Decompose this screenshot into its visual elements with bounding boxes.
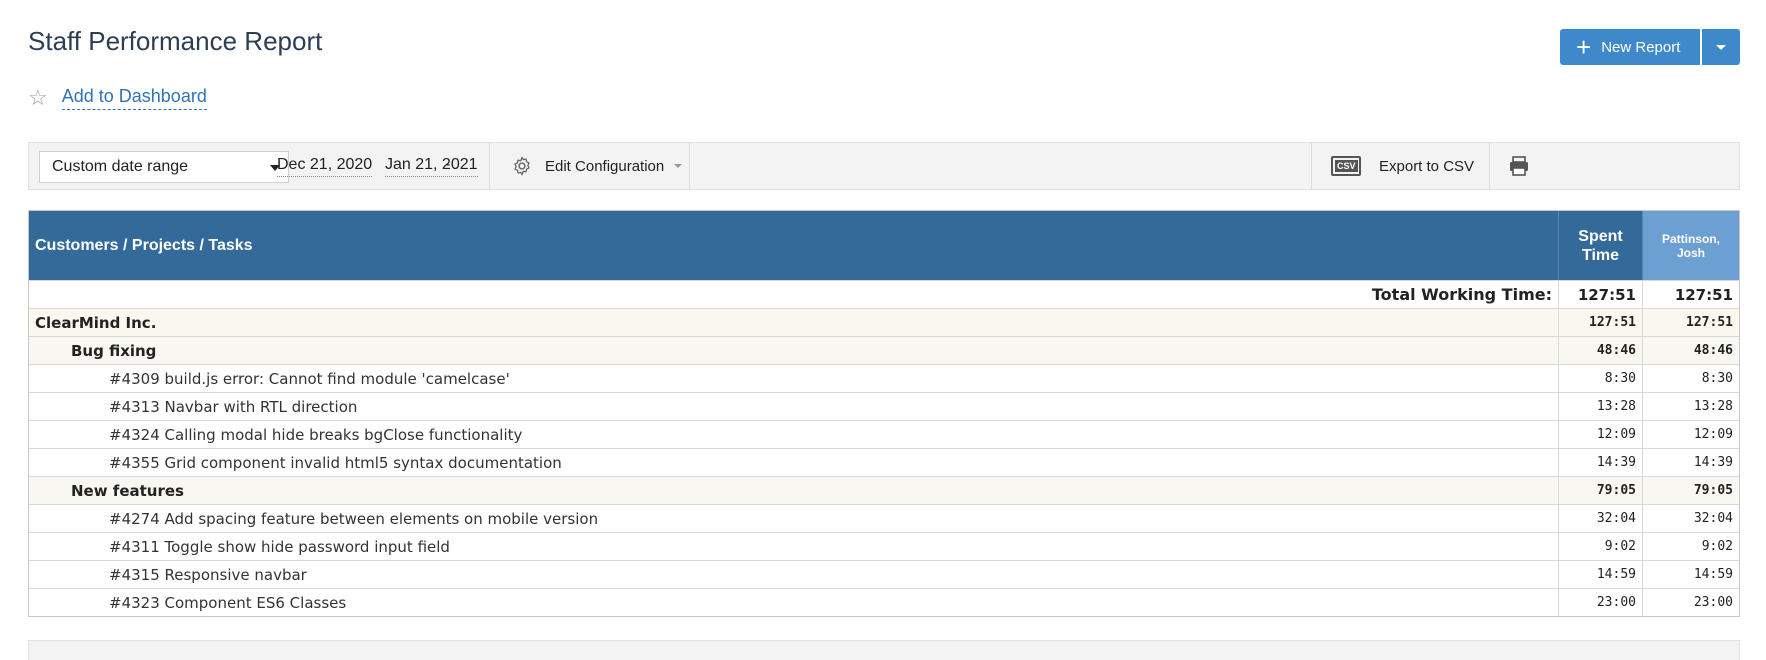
task-spent: 9:02 xyxy=(1559,533,1643,560)
total-label: Total Working Time: xyxy=(29,281,1559,308)
bottom-toolbar xyxy=(28,640,1740,660)
gear-icon xyxy=(514,156,530,176)
task-spent: 12:09 xyxy=(1559,421,1643,448)
edit-configuration-label: Edit Configuration xyxy=(545,157,665,175)
edit-configuration-button[interactable]: Edit Configuration xyxy=(511,143,683,189)
print-button[interactable] xyxy=(1507,154,1531,183)
new-report-button[interactable]: + New Report xyxy=(1560,29,1700,65)
task-spent: 14:59 xyxy=(1559,561,1643,588)
toolbar-divider xyxy=(689,143,690,189)
export-csv-label: Export to CSV xyxy=(1379,157,1475,175)
project-spent: 79:05 xyxy=(1559,477,1643,504)
date-range-value: Custom date range xyxy=(52,158,189,175)
toolbar-divider xyxy=(1311,143,1312,189)
add-to-dashboard[interactable]: ☆ Add to Dashboard xyxy=(28,86,207,110)
toolbar-divider xyxy=(489,143,490,189)
new-report-dropdown-button[interactable] xyxy=(1702,29,1740,65)
task-name: #4311 Toggle show hide password input fi… xyxy=(29,533,1559,560)
task-name: #4274 Add spacing feature between elemen… xyxy=(29,505,1559,532)
csv-icon: CSV xyxy=(1331,156,1361,176)
task-user: 32:04 xyxy=(1693,511,1733,526)
task-row[interactable]: #4315 Responsive navbar 14:59 14:59 xyxy=(29,560,1739,588)
new-report-label: New Report xyxy=(1601,38,1681,56)
date-range-select[interactable]: Custom date range xyxy=(39,151,289,183)
chevron-down-icon xyxy=(1716,44,1726,50)
task-user: 8:30 xyxy=(1701,371,1733,386)
task-row[interactable]: #4324 Calling modal hide breaks bgClose … xyxy=(29,420,1739,448)
task-name: #4355 Grid component invalid html5 synta… xyxy=(29,449,1559,476)
date-to-field[interactable]: Jan 21, 2021 xyxy=(385,156,478,177)
task-spent: 8:30 xyxy=(1559,365,1643,392)
task-spent: 32:04 xyxy=(1559,505,1643,532)
report-toolbar: Custom date range Dec 21, 2020 - Jan 21,… xyxy=(28,142,1740,190)
task-user: 14:59 xyxy=(1693,567,1733,582)
customer-spent: 127:51 xyxy=(1559,309,1643,336)
task-spent: 13:28 xyxy=(1559,393,1643,420)
task-row[interactable]: #4313 Navbar with RTL direction 13:28 13… xyxy=(29,392,1739,420)
task-user: 14:39 xyxy=(1693,455,1733,470)
project-row[interactable]: Bug fixing 48:46 48:46 xyxy=(29,336,1739,364)
project-user: 48:46 xyxy=(1693,343,1733,358)
project-name: New features xyxy=(29,477,1559,504)
task-row[interactable]: #4355 Grid component invalid html5 synta… xyxy=(29,448,1739,476)
toolbar-divider xyxy=(1489,143,1490,189)
task-user: 13:28 xyxy=(1693,399,1733,414)
chevron-down-icon xyxy=(674,164,683,168)
project-row[interactable]: New features 79:05 79:05 xyxy=(29,476,1739,504)
report-table: Customers / Projects / Tasks Spent Time … xyxy=(28,210,1740,617)
page-title: Staff Performance Report xyxy=(28,26,323,56)
task-user: 12:09 xyxy=(1693,427,1733,442)
customer-name: ClearMind Inc. xyxy=(29,309,1559,336)
printer-icon xyxy=(1510,156,1528,176)
column-header-tasks[interactable]: Customers / Projects / Tasks xyxy=(29,211,1559,280)
task-user: 9:02 xyxy=(1701,539,1733,554)
project-spent: 48:46 xyxy=(1559,337,1643,364)
total-spent: 127:51 xyxy=(1559,281,1643,308)
project-user: 79:05 xyxy=(1693,483,1733,498)
task-name: #4323 Component ES6 Classes xyxy=(29,589,1559,616)
task-row[interactable]: #4311 Toggle show hide password input fi… xyxy=(29,532,1739,560)
task-row[interactable]: #4274 Add spacing feature between elemen… xyxy=(29,504,1739,532)
task-name: #4313 Navbar with RTL direction xyxy=(29,393,1559,420)
task-spent: 23:00 xyxy=(1559,589,1643,616)
task-row[interactable]: #4309 build.js error: Cannot find module… xyxy=(29,364,1739,392)
task-spent: 14:39 xyxy=(1559,449,1643,476)
column-header-user[interactable]: Pattinson, Josh xyxy=(1643,211,1739,280)
project-name: Bug fixing xyxy=(29,337,1559,364)
customer-row[interactable]: ClearMind Inc. 127:51 127:51 xyxy=(29,308,1739,336)
date-from-field[interactable]: Dec 21, 2020 xyxy=(277,156,373,177)
total-user: 127:51 xyxy=(1674,285,1733,304)
column-header-spent-time[interactable]: Spent Time xyxy=(1559,211,1643,280)
table-header: Customers / Projects / Tasks Spent Time … xyxy=(29,211,1739,280)
report-page: Staff Performance Report ☆ Add to Dashbo… xyxy=(0,0,1766,660)
task-name: #4315 Responsive navbar xyxy=(29,561,1559,588)
plus-icon: + xyxy=(1576,32,1592,62)
star-icon[interactable]: ☆ xyxy=(28,87,48,109)
total-row: Total Working Time: 127:51 127:51 xyxy=(29,280,1739,308)
add-to-dashboard-link[interactable]: Add to Dashboard xyxy=(61,86,207,110)
task-row[interactable]: #4323 Component ES6 Classes 23:00 23:00 xyxy=(29,588,1739,616)
task-user: 23:00 xyxy=(1693,595,1733,610)
customer-user: 127:51 xyxy=(1686,315,1733,330)
task-name: #4309 build.js error: Cannot find module… xyxy=(29,365,1559,392)
task-name: #4324 Calling modal hide breaks bgClose … xyxy=(29,421,1559,448)
export-csv-button[interactable]: CSV Export to CSV xyxy=(1331,143,1474,189)
